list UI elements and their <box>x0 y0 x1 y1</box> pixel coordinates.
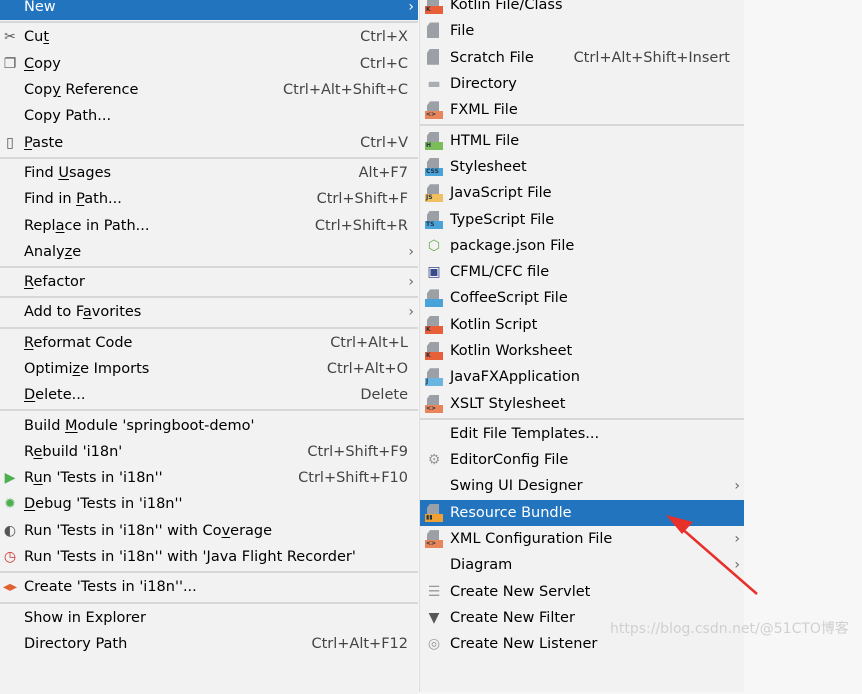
watermark: https://blog.csdn.net/@51CTO博客 <box>610 621 849 637</box>
annotation-arrow <box>666 515 758 595</box>
